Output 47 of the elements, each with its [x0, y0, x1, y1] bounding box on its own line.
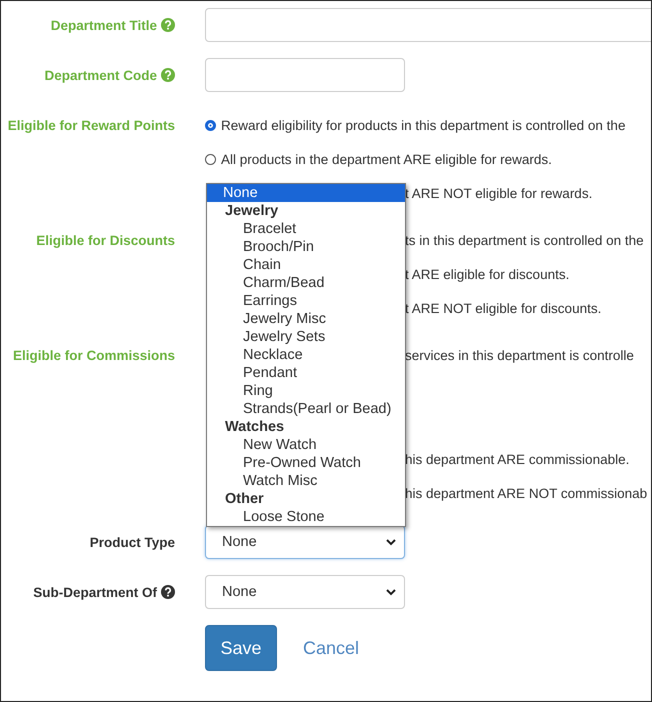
field-label: Eligible for Reward Points [8, 118, 175, 132]
dropdown-option[interactable]: Brooch/Pin [207, 238, 405, 256]
dropdown-option[interactable]: Pre-Owned Watch [207, 454, 405, 472]
field-label: Department Title [50, 18, 157, 32]
field-label: Eligible for Commissions [12, 348, 175, 362]
dropdown-option[interactable]: Ring [207, 382, 405, 400]
radio-label: All products in the department ARE eligible for rewards. [221, 152, 552, 166]
dropdown-option[interactable]: Jewelry Sets [207, 328, 405, 346]
dropdown-option[interactable]: Pendant [207, 364, 405, 382]
chevron-down-icon [386, 538, 396, 546]
field-label: Product Type [90, 534, 175, 550]
field-label: Sub-Department Of [33, 584, 157, 600]
dropdown-option[interactable]: Chain [207, 256, 405, 274]
radio-label: ts in this department is controlled on the [405, 232, 644, 248]
radio-label: his department ARE NOT commissionab [405, 486, 648, 500]
radio-label: his department ARE commissionable. [405, 452, 630, 466]
dropdown-option[interactable]: Necklace [207, 346, 405, 364]
dropdown-option[interactable]: Earrings [207, 292, 405, 310]
dropdown-option[interactable]: New Watch [207, 436, 405, 454]
select-field[interactable]: None [205, 575, 405, 609]
field-label: Eligible for Discounts [36, 232, 175, 248]
select-field[interactable]: None [205, 525, 405, 559]
dropdown-option[interactable]: Jewelry Misc [207, 310, 405, 328]
radio-label: t ARE NOT eligible for discounts. [405, 300, 602, 316]
dropdown-menu[interactable]: None Jewelry Bracelet Brooch/Pin Chain Charm/Bead Earrings Jewelry Misc Jewelry Sets Necklace Pendant Ring Strands(Pearl or Bead) Watches New Watch Pre-Owned Watch Watch Misc Other Loose Stone [206, 183, 406, 527]
text-field[interactable] [205, 8, 651, 42]
dropdown-option[interactable]: Charm/Bead [207, 274, 405, 292]
dropdown-option[interactable]: None [207, 184, 405, 202]
radio-button[interactable] [205, 120, 216, 130]
dropdown-option[interactable]: Strands(Pearl or Bead) [207, 400, 405, 418]
save-button[interactable]: Save [205, 625, 277, 671]
radio-button[interactable] [205, 154, 216, 164]
radio-label: t ARE eligible for discounts. [405, 266, 570, 282]
option-group-label: Other [224, 490, 265, 508]
cancel-link[interactable]: Cancel [299, 638, 364, 658]
radio-label: Reward eligibility for products in this department is controlled on the [221, 118, 626, 132]
radio-label: services in this department is controlle [405, 348, 634, 362]
radio-label: t ARE NOT eligible for rewards. [405, 186, 592, 200]
dropdown-option[interactable]: Bracelet [207, 220, 405, 238]
dropdown-option[interactable]: Loose Stone [207, 508, 405, 526]
chevron-down-icon [386, 588, 396, 596]
text-field[interactable] [205, 58, 405, 92]
option-group-label: Watches [224, 418, 286, 436]
dropdown-option[interactable]: Watch Misc [207, 472, 405, 490]
field-label: Department Code [44, 68, 157, 82]
help-icon[interactable] [161, 585, 175, 599]
option-group-label: Jewelry [224, 202, 280, 220]
